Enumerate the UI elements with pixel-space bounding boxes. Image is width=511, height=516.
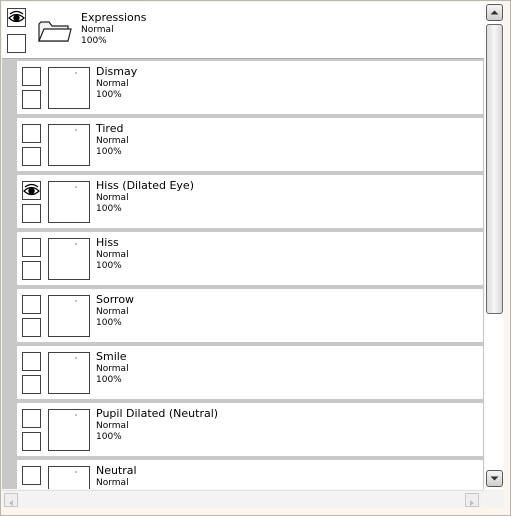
layer-blend-mode: Normal (96, 79, 129, 89)
layer-thumbnail (48, 181, 90, 223)
layer-info: Smile Normal 100% (96, 351, 129, 386)
visibility-toggle[interactable] (22, 181, 41, 200)
chevron-down-icon (490, 476, 499, 481)
layer-row[interactable]: Dismay Normal 100% (16, 60, 484, 115)
layer-blend-mode: Normal (96, 364, 129, 374)
layer-name: Hiss (96, 236, 119, 249)
layer-thumbnail (48, 466, 90, 489)
layer-name: Tired (96, 122, 124, 135)
layer-info: NeutralNormal100% (96, 465, 137, 489)
thumbnail-mark (75, 357, 77, 359)
layer-info: Dismay Normal 100% (96, 66, 137, 101)
layer-name: Hiss (Dilated Eye) (96, 179, 194, 192)
lock-toggle[interactable] (22, 204, 41, 223)
layer-row[interactable]: NeutralNormal100% (16, 459, 484, 489)
folder-blend-mode: Normal (81, 25, 114, 35)
layer-panel: Expressions Normal 100% Dismay Normal 100%… (0, 0, 511, 516)
lock-toggle[interactable] (22, 375, 41, 394)
layer-row[interactable]: Hiss (Dilated Eye) Normal 100% (16, 174, 484, 229)
visibility-toggle[interactable] (22, 409, 41, 428)
lock-toggle[interactable] (22, 90, 41, 109)
layer-info: Tired Normal 100% (96, 123, 129, 158)
chevron-up-icon (490, 10, 499, 15)
visibility-toggle[interactable] (22, 238, 41, 257)
lock-toggle[interactable] (22, 147, 41, 166)
vertical-scrollbar[interactable] (485, 2, 504, 489)
horizontal-scrollbar[interactable] (2, 490, 484, 508)
layer-row[interactable]: Smile Normal 100% (16, 345, 484, 400)
folder-icon (38, 21, 72, 42)
layer-thumbnail (48, 409, 90, 451)
layer-name: Neutral (96, 464, 137, 477)
folder-row-expressions[interactable]: Expressions Normal 100% (2, 2, 484, 59)
folder-name: Expressions (81, 11, 147, 24)
visibility-toggle[interactable] (22, 352, 41, 371)
lock-toggle[interactable] (7, 34, 26, 53)
layer-info: Hiss (Dilated Eye) Normal 100% (96, 180, 194, 215)
layer-opacity: 100% (96, 147, 122, 157)
layer-row[interactable]: Pupil Dilated (Neutral) Normal 100% (16, 402, 484, 457)
layer-blend-mode: Normal (96, 421, 129, 431)
layer-thumbnail (48, 124, 90, 166)
layer-info: Pupil Dilated (Neutral) Normal 100% (96, 408, 218, 443)
eye-icon (8, 10, 25, 23)
layer-row[interactable]: Tired Normal 100% (16, 117, 484, 172)
layer-name: Dismay (96, 65, 138, 78)
scrollbar-thumb[interactable] (486, 24, 503, 314)
folder-opacity: 100% (81, 36, 107, 46)
scroll-down-button[interactable] (486, 470, 503, 487)
visibility-toggle[interactable] (7, 8, 26, 27)
chevron-right-icon (470, 500, 474, 506)
visibility-toggle[interactable] (22, 67, 41, 86)
thumbnail-mark (75, 471, 77, 473)
layer-blend-mode: Normal (96, 193, 129, 203)
folder-info: Expressions Normal 100% (81, 12, 146, 47)
layer-row[interactable]: Hiss Normal 100% (16, 231, 484, 286)
scroll-up-button[interactable] (486, 4, 503, 21)
layer-thumbnail (48, 238, 90, 280)
layer-info: Sorrow Normal 100% (96, 294, 134, 329)
layer-name: Sorrow (96, 293, 135, 306)
scrollbar-corner (485, 490, 504, 508)
layer-row[interactable]: Sorrow Normal 100% (16, 288, 484, 343)
chevron-left-icon (9, 500, 13, 506)
eye-icon (23, 183, 40, 196)
layer-opacity: 100% (96, 318, 122, 328)
layer-opacity: 100% (96, 90, 122, 100)
visibility-toggle[interactable] (22, 295, 41, 314)
scroll-right-button[interactable] (465, 493, 479, 507)
layer-blend-mode: Normal (96, 307, 129, 317)
layer-blend-mode: Normal (96, 478, 129, 488)
thumbnail-mark (75, 72, 77, 74)
layer-thumbnail (48, 352, 90, 394)
layer-list[interactable]: Expressions Normal 100% Dismay Normal 100%… (2, 2, 484, 489)
visibility-toggle[interactable] (22, 466, 41, 485)
thumbnail-mark (75, 186, 77, 188)
layer-opacity: 100% (96, 375, 122, 385)
layer-info: Hiss Normal 100% (96, 237, 129, 272)
thumbnail-mark (75, 414, 77, 416)
layer-opacity: 100% (96, 432, 122, 442)
layer-blend-mode: Normal (96, 250, 129, 260)
lock-toggle[interactable] (22, 318, 41, 337)
lock-toggle[interactable] (22, 432, 41, 451)
layer-thumbnail (48, 295, 90, 337)
scroll-left-button[interactable] (4, 493, 18, 507)
thumbnail-mark (75, 300, 77, 302)
layer-name: Smile (96, 350, 127, 363)
layer-thumbnail (48, 67, 90, 109)
layer-opacity: 100% (96, 204, 122, 214)
layer-blend-mode: Normal (96, 136, 129, 146)
thumbnail-mark (75, 243, 77, 245)
layer-opacity: 100% (96, 261, 122, 271)
thumbnail-mark (75, 129, 77, 131)
visibility-toggle[interactable] (22, 124, 41, 143)
lock-toggle[interactable] (22, 261, 41, 280)
layer-name: Pupil Dilated (Neutral) (96, 407, 219, 420)
